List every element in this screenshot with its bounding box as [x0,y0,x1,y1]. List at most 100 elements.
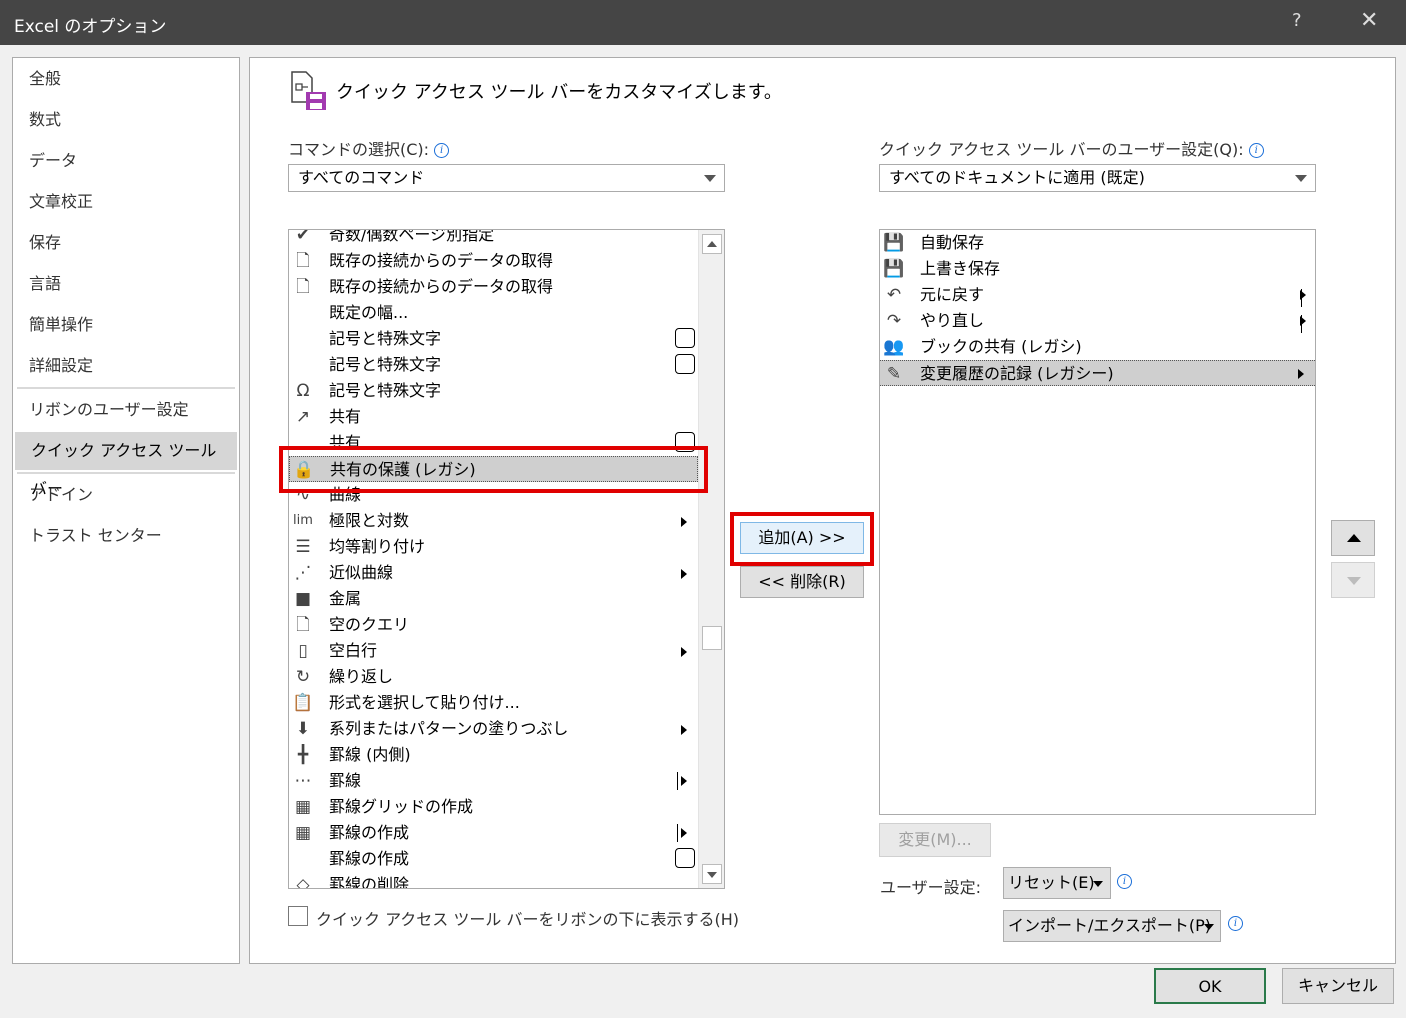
command-source-combo[interactable]: すべてのコマンド [288,164,725,192]
command-icon: ↗ [295,407,311,427]
nav-item-accessibility[interactable]: 簡単操作 [13,306,235,344]
highlight-box [279,446,708,493]
qat-list[interactable]: 💾 自動保存 💾 上書き保存 ↶ 元に戻す ↷ やり直し 👥 ブックの共有 (レガシ) ✎ 変更履歴の… [879,229,1316,815]
move-up-button[interactable] [1331,520,1375,556]
qat-scope-combo[interactable]: すべてのドキュメントに適用 (既定) [879,164,1316,192]
command-list-item[interactable]: ↻ 繰り返し [289,664,698,690]
command-label: 繰り返し [329,667,394,686]
qat-list-item[interactable]: ✎ 変更履歴の記録 (レガシー) [880,360,1315,386]
qat-item-icon: ✎ [886,364,902,384]
command-label: 記号と特殊文字 [329,355,442,374]
remove-button[interactable]: << 削除(R) [740,566,864,598]
cancel-button[interactable]: キャンセル [1282,968,1394,1004]
command-list-item[interactable]: ⋰ 近似曲線 [289,560,698,586]
command-list-item[interactable]: 既定の幅... [289,300,698,326]
command-list[interactable]: ✔ 奇数/偶数ページ別指定 🗋 既存の接続からのデータの取得 🗋 既存の接続からのデータの… [288,229,725,889]
chevron-down-icon [704,175,716,182]
scroll-down-button[interactable] [702,864,722,884]
command-label: 罫線の作成 [329,849,410,868]
command-list-item[interactable]: ⋯ 罫線 [289,768,698,794]
reset-label: リセット(E) [1008,873,1095,892]
command-label: 極限と対数 [329,511,410,530]
command-label: 罫線 (内側) [329,745,411,764]
qat-list-item[interactable]: 💾 上書き保存 [880,256,1315,282]
command-icon: ■ [294,589,312,609]
qat-item-icon: 👥 [883,337,905,357]
nav-item-advanced[interactable]: 詳細設定 [13,347,235,385]
info-icon: i [1228,916,1243,931]
command-label: 既存の接続からのデータの取得 [329,251,554,270]
command-list-item[interactable]: ╋ 罫線 (内側) [289,742,698,768]
command-icon: ↻ [295,667,311,687]
ok-button[interactable]: OK [1154,968,1266,1004]
submenu-arrow-icon [681,776,687,786]
command-icon: ⬇ [295,719,311,739]
modify-button[interactable]: 変更(M)... [879,823,991,857]
help-button[interactable]: ? [1292,10,1302,31]
command-list-item[interactable]: ▯ 空白行 [289,638,698,664]
command-list-item[interactable]: 🗋 既存の接続からのデータの取得 [289,248,698,274]
qat-list-item[interactable]: 💾 自動保存 [880,230,1315,256]
command-source-label-text: コマンドの選択(C): [288,140,430,159]
command-list-item[interactable]: ■ 金属 [289,586,698,612]
nav-item-formulas[interactable]: 数式 [13,101,235,139]
command-label: 近似曲線 [329,563,394,582]
command-list-item[interactable]: 記号と特殊文字 [289,326,698,352]
command-list-item[interactable]: 📋 形式を選択して貼り付け... [289,690,698,716]
window-title: Excel のオプション [14,17,167,37]
command-list-item[interactable]: 🗋 既存の接続からのデータの取得 [289,274,698,300]
command-list-item[interactable]: 罫線の作成 [289,846,698,872]
nav-item-addins[interactable]: アドイン [13,476,235,514]
command-icon [290,328,316,350]
info-icon: i [1248,143,1264,158]
command-list-item[interactable]: ▦ 罫線グリッドの作成 [289,794,698,820]
scroll-thumb[interactable] [702,626,722,650]
import-export-dropdown[interactable]: インポート/エクスポート(P) [1003,910,1221,942]
command-list-item[interactable]: ◇ 罫線の削除 [289,872,698,889]
command-list-item[interactable]: 🗋 空のクエリ [289,612,698,638]
command-list-scrollbar[interactable] [698,230,724,888]
close-button[interactable]: ✕ [1360,8,1378,33]
qat-list-item[interactable]: 👥 ブックの共有 (レガシ) [880,334,1315,360]
move-down-button[interactable] [1331,562,1375,598]
nav-item-customize-ribbon[interactable]: リボンのユーザー設定 [13,391,235,429]
show-below-ribbon-checkbox[interactable] [288,906,308,926]
command-icon [290,354,316,376]
page-title: クイック アクセス ツール バーをカスタマイズします。 [336,82,782,103]
reset-dropdown[interactable]: リセット(E) [1003,867,1111,899]
command-list-item[interactable]: 記号と特殊文字 [289,352,698,378]
nav-item-trust-center[interactable]: トラスト センター [13,517,235,555]
command-icon: 🗋 [296,277,310,297]
submenu-arrow-icon [681,828,687,838]
command-list-item[interactable]: ↗ 共有 [289,404,698,430]
nav-item-data[interactable]: データ [13,142,235,180]
qat-list-item[interactable]: ↶ 元に戻す [880,282,1315,308]
command-icon: 🗋 [296,251,310,271]
command-label: 罫線の削除 [329,875,410,889]
command-icon [290,302,316,324]
chevron-down-icon [707,872,717,878]
command-list-item[interactable]: ✔ 奇数/偶数ページ別指定 [289,230,698,248]
command-list-item[interactable]: ▦ 罫線の作成 [289,820,698,846]
dropdown-box-icon [675,848,695,868]
qat-item-icon: 💾 [883,233,905,253]
qat-item-icon: 💾 [883,259,905,279]
qat-item-label: 上書き保存 [920,259,1001,278]
nav-item-save[interactable]: 保存 [13,224,235,262]
nav-item-general[interactable]: 全般 [13,60,235,98]
split-arrow-icon [677,772,688,790]
command-list-item[interactable]: lim 極限と対数 [289,508,698,534]
split-divider [1301,315,1302,333]
command-icon: ▦ [294,797,312,817]
command-list-item[interactable]: Ω 記号と特殊文字 [289,378,698,404]
scroll-up-button[interactable] [702,234,722,254]
qat-list-item[interactable]: ↷ やり直し [880,308,1315,334]
nav-item-language[interactable]: 言語 [13,265,235,303]
command-list-item[interactable]: ⬇ 系列またはパターンの塗りつぶし [289,716,698,742]
command-icon [290,848,316,870]
command-list-item[interactable]: ☰ 均等割り付け [289,534,698,560]
command-label: 記号と特殊文字 [329,381,442,400]
nav-item-quick-access-toolbar[interactable]: クイック アクセス ツール バー [15,432,237,498]
nav-item-proofing[interactable]: 文章校正 [13,183,235,221]
command-label: 共有 [329,407,362,426]
